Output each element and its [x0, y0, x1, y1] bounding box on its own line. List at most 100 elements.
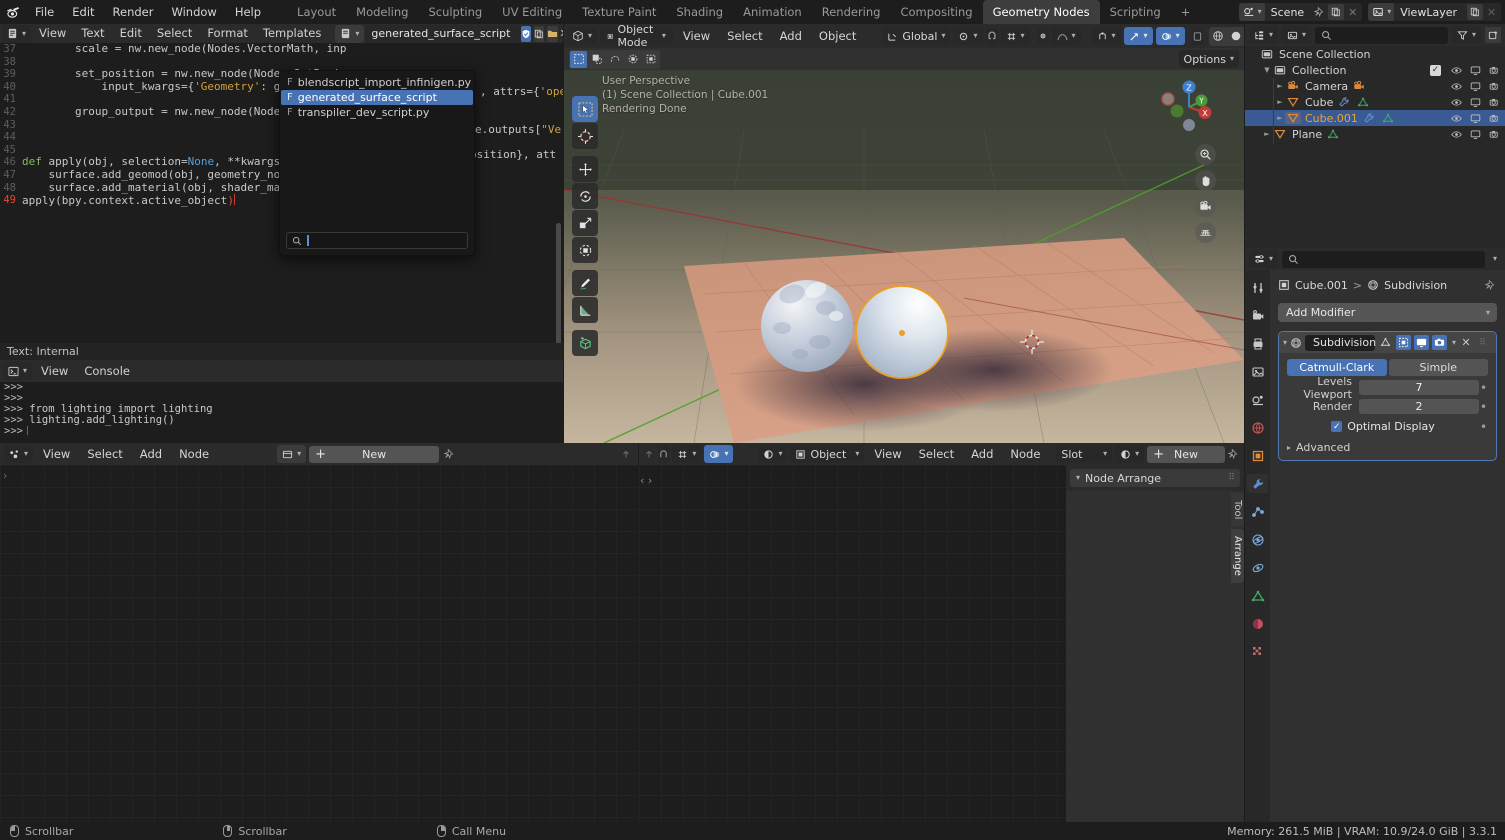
text-datablock-option[interactable]: Ftranspiler_dev_script.py [281, 105, 473, 120]
move-tool[interactable] [572, 156, 598, 182]
subdivision-type-simple[interactable]: Simple [1388, 359, 1488, 376]
outliner-row-collection[interactable]: ▼ Collection ✓ [1245, 62, 1505, 78]
select-tweak-icon[interactable] [570, 50, 587, 68]
cursor-tool[interactable] [572, 123, 598, 149]
shader-icon[interactable]: ▾ [758, 445, 788, 463]
animate-property-icon[interactable]: • [1479, 421, 1488, 433]
scene-tab[interactable] [1247, 390, 1268, 409]
shield-icon[interactable] [521, 25, 532, 42]
node-overlays-toggle[interactable]: ▾ [704, 445, 734, 463]
sidebar-tab-arrange[interactable]: Arrange [1231, 529, 1244, 584]
pin-icon[interactable] [442, 448, 458, 460]
material-slot-selector[interactable]: Slot ▾ [1056, 445, 1113, 463]
mesh-data-icon[interactable] [1325, 128, 1341, 140]
node-menu-add[interactable]: Add [133, 445, 169, 463]
viewport-options-button[interactable]: Options ▾ [1178, 50, 1239, 68]
workspace-tab-animation[interactable]: Animation [733, 0, 812, 24]
render-display-icon[interactable] [1432, 335, 1448, 350]
modifier-icon[interactable] [1336, 96, 1352, 108]
outliner-row-plane[interactable]: ► Plane [1245, 126, 1505, 142]
close-icon[interactable]: ✕ [1459, 336, 1473, 349]
node-menu-view[interactable]: View [36, 445, 77, 463]
chevron-right-icon[interactable]: ► [1275, 98, 1285, 106]
text-menu-select[interactable]: Select [150, 24, 199, 43]
shading-mode-selector[interactable] [1208, 26, 1244, 46]
breadcrumb-object[interactable]: Cube.001 [1295, 279, 1348, 292]
physics-tab[interactable] [1247, 530, 1268, 549]
text-menu-edit[interactable]: Edit [113, 24, 149, 43]
mode-selector[interactable]: Object Mode ▾ [600, 24, 673, 49]
workspace-tab-sculpting[interactable]: Sculpting [418, 0, 492, 24]
add-modifier-button[interactable]: Add Modifier ▾ [1278, 303, 1497, 322]
select-lasso-icon[interactable] [606, 51, 623, 68]
shading-wireframe-icon[interactable] [1210, 28, 1227, 45]
realtime-display-icon[interactable] [1414, 335, 1430, 350]
unlink-icon[interactable]: ✕ [559, 27, 563, 40]
menu-window[interactable]: Window [162, 0, 225, 24]
annotate-tool[interactable] [572, 270, 598, 296]
select-box-icon[interactable] [588, 51, 605, 68]
outliner-row-scene-collection[interactable]: Scene Collection [1245, 46, 1505, 62]
gizmo-toggle[interactable]: ▾ [1123, 27, 1153, 45]
node-arrange-panel-header[interactable]: ▾ Node Arrange ⠿ [1070, 469, 1240, 487]
proportional-falloff-selector[interactable]: ▾ [1051, 27, 1081, 45]
levels-viewport-field[interactable]: 7 [1359, 380, 1479, 395]
pin-icon[interactable] [1227, 448, 1240, 460]
viewlayer-icon[interactable]: ▾ [1368, 3, 1395, 21]
chevron-right-icon[interactable]: ► [1275, 82, 1285, 90]
add-workspace-button[interactable]: + [1171, 0, 1201, 24]
pin-icon[interactable] [1485, 279, 1497, 291]
outliner-row-cube-001[interactable]: ► Cube.001 [1245, 110, 1505, 126]
mesh-data-icon[interactable] [1355, 96, 1371, 108]
viewport-icon[interactable]: ▾ [567, 27, 598, 45]
render-levels-field[interactable]: 2 [1359, 399, 1479, 414]
chevron-down-icon[interactable]: ▼ [1262, 66, 1272, 74]
viewport-canvas[interactable]: User Perspective (1) Scene Collection | … [564, 70, 1244, 443]
restrict-eye-icon[interactable] [1451, 97, 1462, 108]
view-layer-tab[interactable] [1247, 362, 1268, 381]
world-tab[interactable] [1247, 418, 1268, 437]
console-icon[interactable]: ▾ [3, 362, 33, 380]
modifier-name-field[interactable]: Subdivision [1305, 334, 1376, 351]
select-mode-group[interactable] [569, 49, 660, 69]
text-datablock-option[interactable]: Fgenerated_surface_script [281, 90, 473, 105]
outliner-icon[interactable]: ▾ [1249, 26, 1279, 44]
node-menu-select[interactable]: Select [80, 445, 129, 463]
camera-data-icon[interactable] [1351, 80, 1367, 92]
text-datablock-name[interactable]: generated_surface_script [365, 24, 521, 43]
snap-settings[interactable]: ▾ [1000, 27, 1030, 45]
workspace-tab-scripting[interactable]: Scripting [1100, 0, 1171, 24]
new-collection-icon[interactable] [1485, 27, 1501, 43]
animate-property-icon[interactable]: • [1479, 382, 1488, 394]
mesh-data-icon[interactable] [1380, 112, 1396, 124]
node-canvas-collapse-arrow[interactable]: › [3, 469, 7, 482]
xray-toggle[interactable] [1191, 27, 1203, 45]
scene-icon[interactable]: ▾ [1238, 3, 1265, 21]
restrict-camera-icon[interactable] [1489, 65, 1500, 76]
subdivision-type-catmull-clark[interactable]: Catmull-Clark [1287, 359, 1387, 376]
new-scene-button[interactable] [1328, 4, 1345, 20]
workspace-tab-texture-paint[interactable]: Texture Paint [572, 0, 666, 24]
select-circle-icon[interactable] [624, 51, 641, 68]
text-datablock-dropdown[interactable]: Fblendscript_import_infinigen.py Fgenerat… [279, 70, 475, 256]
viewlayer-selector[interactable]: ▾ ViewLayer ✕ [1368, 3, 1501, 21]
navigation-gizmo[interactable]: Z Y X [1158, 76, 1220, 138]
shading-solid-icon[interactable] [1228, 28, 1244, 45]
workspace-tab-uv-editing[interactable]: UV Editing [492, 0, 572, 24]
close-icon[interactable]: ✕ [1485, 6, 1498, 19]
measure-tool[interactable] [572, 297, 598, 323]
restrict-screen-icon[interactable] [1470, 129, 1481, 140]
shader-menu-add[interactable]: Add [964, 445, 1000, 463]
modifier-tab[interactable] [1247, 474, 1268, 493]
camera-icon[interactable] [1195, 196, 1216, 217]
animate-property-icon[interactable]: • [1479, 401, 1488, 413]
view-object-types-selector[interactable]: ▾ [1091, 27, 1121, 45]
restrict-eye-icon[interactable] [1451, 129, 1462, 140]
menu-render[interactable]: Render [104, 0, 163, 24]
text-datablock-option[interactable]: Fblendscript_import_infinigen.py [281, 75, 473, 90]
particles-tab[interactable] [1247, 502, 1268, 521]
proportional-edit-icon[interactable] [1036, 27, 1049, 45]
workspace-tab-rendering[interactable]: Rendering [812, 0, 891, 24]
filter-icon[interactable]: ▾ [1451, 26, 1481, 44]
geometry-node-canvas[interactable]: › [0, 465, 638, 822]
